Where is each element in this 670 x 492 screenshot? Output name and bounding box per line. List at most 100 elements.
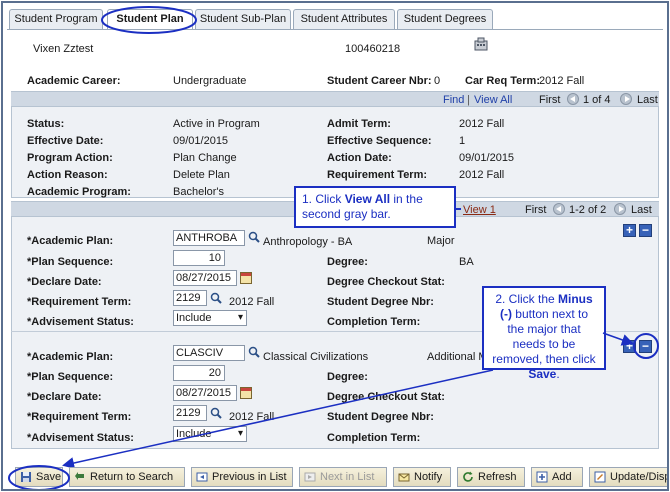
remove-row-button-1[interactable]: −	[639, 224, 652, 237]
last-label-2: Last	[631, 204, 652, 216]
declare-date-label-1: *Declare Date:	[27, 276, 102, 288]
plan-sequence-input-1[interactable]: 10	[173, 250, 225, 266]
action-date-value: 09/01/2015	[459, 152, 515, 164]
requirement-term-input-2[interactable]: 2129	[173, 405, 207, 421]
status-value: Active in Program	[173, 118, 260, 130]
bottom-toolbar: Save Return to Search Previous in List N…	[3, 465, 667, 489]
academic-plan-label-1: *Academic Plan:	[27, 235, 114, 247]
calendar-icon-1[interactable]	[240, 272, 252, 284]
requirement-term-value: 2012 Fall	[459, 169, 505, 181]
advisement-status-select-2[interactable]: Include	[173, 426, 247, 442]
update-display-button[interactable]: Update/Disp	[589, 467, 667, 487]
calendar-icon-2[interactable]	[240, 387, 252, 399]
career-nbr-value: 0	[434, 75, 441, 87]
return-icon	[75, 472, 84, 480]
academic-career-label: Academic Career:	[27, 75, 121, 87]
previous-in-list-button[interactable]: Previous in List	[191, 467, 293, 487]
program-action-label: Program Action:	[27, 152, 113, 164]
requirement-term-desc-1: 2012 Fall	[229, 296, 275, 308]
plan-sequence-label-2: *Plan Sequence:	[27, 371, 114, 383]
tab-student-sub-plan[interactable]: Student Sub-Plan	[195, 9, 291, 29]
find-link[interactable]: Find	[443, 94, 464, 106]
add-icon	[536, 471, 548, 483]
effective-sequence-value: 1	[459, 135, 466, 147]
first-label-2: First	[525, 204, 547, 216]
next-in-list-button[interactable]: Next in List	[299, 467, 387, 487]
requirement-term-input-1[interactable]: 2129	[173, 290, 207, 306]
prev-arrow-icon-2[interactable]	[553, 203, 565, 216]
building-icon[interactable]	[474, 37, 488, 51]
academic-plan-desc-2: Classical Civilizations	[263, 351, 369, 363]
car-req-term-label: Car Req Term:	[465, 75, 540, 87]
student-degree-nbr-label-2: Student Degree Nbr:	[327, 411, 434, 423]
view-all-link[interactable]: View All	[474, 94, 512, 106]
last-label: Last	[637, 94, 658, 106]
add-button[interactable]: Add	[531, 467, 583, 487]
student-degree-nbr-label-1: Student Degree Nbr:	[327, 296, 434, 308]
return-to-search-button[interactable]: Return to Search	[69, 467, 185, 487]
tab-highlight-ellipse	[101, 6, 197, 34]
previous-icon	[196, 472, 208, 482]
add-row-button-1[interactable]: +	[623, 224, 636, 237]
notify-button[interactable]: Notify	[393, 467, 451, 487]
completion-term-label-1: Completion Term:	[327, 316, 421, 328]
tab-student-program[interactable]: Student Program	[9, 9, 103, 29]
tab-student-degrees[interactable]: Student Degrees	[397, 9, 493, 29]
plan-type-1: Major	[427, 235, 455, 247]
refresh-icon	[463, 471, 473, 482]
plan-sequence-label-1: *Plan Sequence:	[27, 256, 114, 268]
first-label: First	[539, 94, 561, 106]
declare-date-input-1[interactable]: 08/27/2015	[173, 270, 237, 286]
lookup-icon-1[interactable]	[248, 231, 260, 243]
admit-term-value: 2012 Fall	[459, 118, 505, 130]
requirement-term-desc-2: 2012 Fall	[229, 411, 275, 423]
degree-label-2: Degree:	[327, 371, 368, 383]
effective-date-value: 09/01/2015	[173, 135, 229, 147]
student-name: Vixen Zztest	[33, 43, 94, 55]
admit-term-label: Admit Term:	[327, 118, 391, 130]
program-action-value: Plan Change	[173, 152, 237, 164]
effective-sequence-label: Effective Sequence:	[327, 135, 432, 147]
student-id: 100460218	[345, 43, 401, 55]
lookup-icon-4[interactable]	[210, 407, 222, 419]
notify-icon	[398, 473, 410, 482]
career-nbr-label: Student Career Nbr:	[327, 75, 432, 87]
degree-label-1: Degree:	[327, 256, 368, 268]
refresh-button[interactable]: Refresh	[457, 467, 525, 487]
view-1-link[interactable]: View 1	[463, 204, 496, 216]
declare-date-input-2[interactable]: 08/27/2015	[173, 385, 237, 401]
academic-plan-input-2[interactable]: CLASCIV	[173, 345, 245, 361]
next-arrow-icon-2[interactable]	[614, 203, 626, 216]
effective-date-label: Effective Date:	[27, 135, 104, 147]
requirement-term-label: Requirement Term:	[327, 169, 428, 181]
next-arrow-icon[interactable]	[620, 93, 632, 106]
academic-program-value: Bachelor's	[173, 186, 225, 198]
action-date-label: Action Date:	[327, 152, 392, 164]
row-count-2: 1-2 of 2	[569, 204, 607, 216]
degree-checkout-label-2: Degree Checkout Stat:	[327, 391, 445, 403]
academic-program-label: Academic Program:	[27, 186, 131, 198]
next-icon	[304, 472, 316, 482]
minus-highlight-circle	[633, 333, 659, 359]
lookup-icon-3[interactable]	[248, 346, 260, 358]
academic-plan-input-1[interactable]: ANTHROBA	[173, 230, 245, 246]
update-icon	[594, 471, 606, 483]
degree-checkout-label-1: Degree Checkout Stat:	[327, 276, 445, 288]
status-label: Status:	[27, 118, 65, 130]
requirement-term-label-2: *Requirement Term:	[27, 411, 132, 423]
tab-student-attributes[interactable]: Student Attributes	[293, 9, 395, 29]
plan-type-2: Additional M	[427, 351, 488, 363]
plan-sequence-input-2[interactable]: 20	[173, 365, 225, 381]
action-reason-label: Action Reason:	[27, 169, 108, 181]
requirement-term-label-1: *Requirement Term:	[27, 296, 132, 308]
advisement-status-label-2: *Advisement Status:	[27, 432, 134, 444]
advisement-status-label-1: *Advisement Status:	[27, 316, 134, 328]
academic-career-value: Undergraduate	[173, 75, 247, 87]
page-frame: Student Program Student Plan Student Sub…	[1, 1, 669, 491]
prev-arrow-icon[interactable]	[567, 93, 579, 106]
car-req-term-value: 2012 Fall	[539, 75, 585, 87]
lookup-icon-2[interactable]	[210, 292, 222, 304]
advisement-status-select-1[interactable]: Include	[173, 310, 247, 326]
callout-step-2: 2. Click the Minus (-) button next to th…	[482, 286, 606, 381]
row-count: 1 of 4	[583, 94, 611, 106]
